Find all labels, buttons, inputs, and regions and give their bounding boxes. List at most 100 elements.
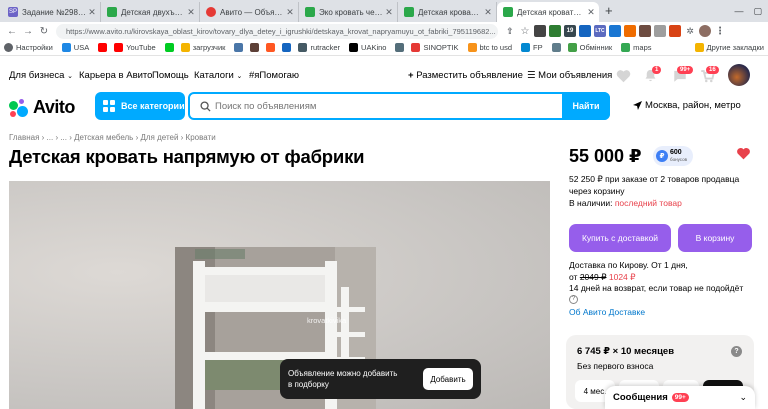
bookmark-item[interactable]: Обмінник xyxy=(567,43,612,52)
all-categories-button[interactable]: Все категории xyxy=(95,92,185,120)
buy-with-delivery-button[interactable]: Купить с доставкой xyxy=(569,224,671,252)
search-input[interactable] xyxy=(211,100,562,112)
question-icon[interactable]: ? xyxy=(569,295,578,304)
bookmark-item[interactable]: btc to usd xyxy=(467,43,512,52)
add-to-collection-toast: Объявление можно добавить в подборку Доба… xyxy=(280,359,481,399)
bookmark-item[interactable] xyxy=(164,43,177,52)
availability: В наличии: последний товар xyxy=(569,198,682,208)
bookmark-item[interactable] xyxy=(98,43,110,52)
favorites-heart-icon[interactable] xyxy=(616,69,631,83)
bookmark-item[interactable]: rutracker xyxy=(298,43,340,52)
bookmark-item[interactable]: maps xyxy=(621,43,652,52)
nav-catalogs[interactable]: Каталоги ⌄ xyxy=(194,70,242,81)
toast-add-button[interactable]: Добавить xyxy=(423,368,473,390)
close-icon[interactable]: ✕ xyxy=(88,7,96,18)
menu-icon[interactable]: ⋮ xyxy=(714,25,726,37)
extension-icon[interactable] xyxy=(654,25,666,37)
list-icon: ☰ xyxy=(527,70,536,81)
close-icon[interactable]: ✕ xyxy=(484,7,492,18)
search-bar: Найти xyxy=(188,92,610,120)
share-icon[interactable]: ⇪ xyxy=(504,25,516,37)
browser-tab[interactable]: Детская двухъярусная✕ xyxy=(101,2,200,22)
extension-icon[interactable] xyxy=(624,25,636,37)
messages-label: Сообщения xyxy=(613,392,668,403)
extension-icon[interactable]: 19 xyxy=(564,25,576,37)
add-to-cart-button[interactable]: В корзину xyxy=(678,224,752,252)
tab-favicon xyxy=(305,7,315,17)
reload-icon[interactable]: ↻ xyxy=(36,26,52,37)
minimize-icon[interactable]: — xyxy=(734,6,743,17)
bookmark-item[interactable]: YouTube xyxy=(114,43,156,52)
bookmark-icon xyxy=(551,43,561,52)
extension-icon[interactable] xyxy=(639,25,651,37)
avito-logo[interactable]: Avito xyxy=(9,97,75,118)
browser-tab[interactable]: Авито — Объявления✕ xyxy=(200,2,299,22)
extension-icon[interactable] xyxy=(609,25,621,37)
bonus-coin-icon: ₽ xyxy=(656,150,668,162)
bookmark-item[interactable] xyxy=(282,43,294,52)
url-text: https://www.avito.ru/kirovskaya_oblast_k… xyxy=(66,26,496,36)
nav-business[interactable]: Для бизнеса ⌄ xyxy=(9,70,73,81)
extension-icon[interactable] xyxy=(534,25,546,37)
forward-icon[interactable]: → xyxy=(20,26,36,37)
nav-helping[interactable]: #яПомогаю xyxy=(249,70,299,81)
bookmark-item[interactable]: USA xyxy=(61,43,89,52)
avito-delivery-link[interactable]: Об Авито Доставке xyxy=(569,307,645,317)
bookmark-item[interactable]: загрузчик xyxy=(180,43,225,52)
extension-icon[interactable] xyxy=(549,25,561,37)
star-icon[interactable]: ☆ xyxy=(519,25,531,37)
close-icon[interactable]: ✕ xyxy=(587,7,595,18)
bookmark-item[interactable]: SINOPTIK xyxy=(411,43,459,52)
info-icon[interactable]: ? xyxy=(731,346,742,357)
bookmark-icon xyxy=(467,43,477,52)
close-icon[interactable]: ✕ xyxy=(187,7,195,18)
browser-tab[interactable]: Детская кровать черда✕ xyxy=(398,2,497,22)
browser-tab[interactable]: Эко кровать чердак из✕ xyxy=(299,2,398,22)
my-ads-link[interactable]: ☰ Мои объявления xyxy=(527,70,612,81)
nav-help[interactable]: Помощь xyxy=(152,70,189,81)
chevron-down-icon: ⌄ xyxy=(67,73,73,80)
other-bookmarks[interactable]: Другие закладки xyxy=(694,43,764,52)
tab-favicon xyxy=(107,7,117,17)
minimize-icon[interactable]: ⌄ xyxy=(739,392,747,403)
extension-icon[interactable] xyxy=(669,25,681,37)
post-ad-link[interactable]: + Разместить объявление xyxy=(408,70,523,81)
extension-icon[interactable] xyxy=(579,25,591,37)
browser-tab[interactable]: SP Задание №2989193 - ✕ xyxy=(2,2,101,22)
tab-favicon xyxy=(503,7,513,17)
close-icon[interactable]: ✕ xyxy=(286,7,294,18)
user-avatar[interactable] xyxy=(728,64,750,86)
back-icon[interactable]: ← xyxy=(4,26,20,37)
bookmark-item[interactable] xyxy=(250,43,262,52)
messages-panel[interactable]: Сообщения 99+ ⌄ xyxy=(605,386,755,409)
bookmark-item[interactable]: Настройки xyxy=(4,43,53,52)
bookmark-item[interactable]: UAKino xyxy=(349,43,386,52)
logo-text: Avito xyxy=(33,97,75,117)
bookmark-item[interactable] xyxy=(551,43,564,52)
browser-tab-active[interactable]: Детская кровать напря✕ xyxy=(497,2,599,22)
bookmark-item[interactable]: FP xyxy=(521,43,543,52)
favorite-heart-icon[interactable] xyxy=(736,147,751,160)
bookmark-item[interactable] xyxy=(266,43,278,52)
bookmark-icon xyxy=(61,43,71,52)
bonus-badge[interactable]: ₽600 бонусов xyxy=(653,146,693,166)
bookmark-icon xyxy=(349,43,359,52)
page-title: Детская кровать напрямую от фабрики xyxy=(9,146,365,167)
location-selector[interactable]: Москва, район, метро xyxy=(633,100,741,111)
extension-icon[interactable]: LTC xyxy=(594,25,606,37)
photo-watermark: krovatkivika xyxy=(307,316,347,325)
nav-career[interactable]: Карьера в Авито xyxy=(79,70,152,81)
breadcrumb[interactable]: Главная › ... › ... › Детская мебель › Д… xyxy=(9,133,216,142)
plus-icon: + xyxy=(408,70,414,81)
search-button[interactable]: Найти xyxy=(562,92,610,120)
folder-icon xyxy=(694,43,704,52)
profile-avatar[interactable] xyxy=(699,25,711,37)
close-icon[interactable]: ✕ xyxy=(385,7,393,18)
puzzle-icon[interactable]: ✲ xyxy=(684,25,696,37)
bookmark-item[interactable] xyxy=(234,43,246,52)
new-tab-button[interactable]: + xyxy=(605,3,613,18)
site-top-nav: Для бизнеса ⌄ Карьера в Авито Помощь Кат… xyxy=(0,64,768,87)
bookmark-item[interactable] xyxy=(395,43,407,52)
maximize-icon[interactable]: ▢ xyxy=(753,6,762,17)
address-bar[interactable]: https://www.avito.ru/kirovskaya_oblast_k… xyxy=(56,23,498,39)
